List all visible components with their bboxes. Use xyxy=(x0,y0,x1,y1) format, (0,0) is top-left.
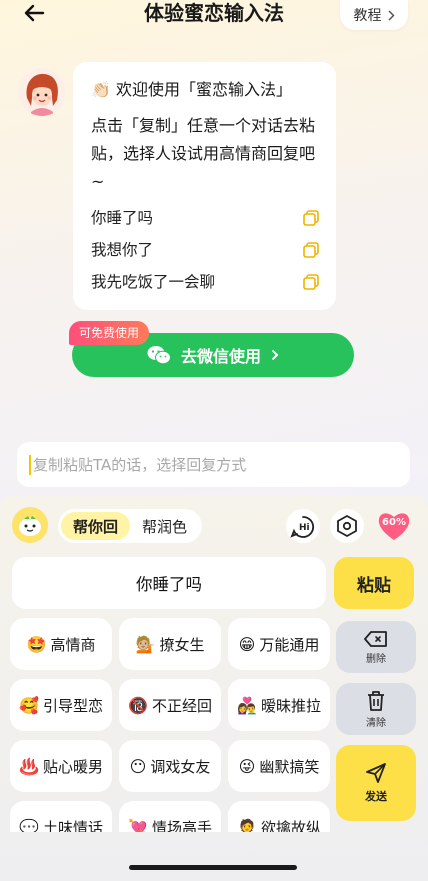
svg-text:Hi: Hi xyxy=(299,523,310,533)
hi-button[interactable]: Hi xyxy=(286,509,320,543)
style-button[interactable]: 🤵 欲擒故纵 xyxy=(228,801,330,832)
style-label: 万能通用 xyxy=(259,635,320,654)
phrase-item[interactable]: 我先吃饭了一会聊 xyxy=(91,266,320,298)
style-label: 不正经回 xyxy=(151,696,212,715)
selected-phrase[interactable]: 你睡了吗 xyxy=(12,557,326,609)
hi-bubble-icon: Hi xyxy=(290,516,315,538)
tutorial-label: 教程 xyxy=(353,8,382,24)
trash-icon xyxy=(368,690,384,711)
style-label: 引导型恋 xyxy=(42,696,103,715)
style-emoji: 🥰 xyxy=(19,695,39,715)
style-button[interactable]: ♨️ 贴心暖男 xyxy=(10,740,112,792)
paste-input[interactable] xyxy=(33,455,410,474)
instruction-text: 点击「复制」任意一个对话去粘贴，选择人设试用高情商回复吧~ xyxy=(91,116,316,191)
chevron-right-icon xyxy=(387,9,395,21)
phrase-text: 我想你了 xyxy=(91,241,154,259)
chevron-right-icon xyxy=(271,349,279,361)
copy-icon[interactable] xyxy=(302,273,320,291)
style-button[interactable]: 😜 幽默搞笑 xyxy=(228,740,330,792)
mode-tabs: 帮你回 帮润色 xyxy=(58,509,202,543)
phrase-item[interactable]: 我想你了 xyxy=(91,234,320,266)
copy-icon[interactable] xyxy=(302,209,320,227)
style-button[interactable]: 🤩 高情商 xyxy=(10,618,112,670)
send-icon xyxy=(366,763,386,783)
style-label: 高情商 xyxy=(50,635,96,654)
style-label: 撩女生 xyxy=(159,635,205,654)
tutorial-button[interactable]: 教程 xyxy=(340,0,408,30)
style-emoji: 💬 xyxy=(19,817,39,833)
love-level-badge[interactable]: 60% xyxy=(376,508,412,544)
app-logo-icon[interactable] xyxy=(12,507,48,543)
love-level-text: 60% xyxy=(382,517,406,528)
style-button[interactable]: 🥰 引导型恋 xyxy=(10,679,112,731)
paste-input-box[interactable] xyxy=(17,442,410,487)
tab-polish[interactable]: 帮润色 xyxy=(130,512,199,540)
delete-button[interactable]: 删除 xyxy=(336,621,416,673)
copy-icon[interactable] xyxy=(302,241,320,259)
style-label: 暧昧推拉 xyxy=(260,696,321,715)
style-button[interactable]: 😶 调戏女友 xyxy=(119,740,221,792)
style-button[interactable]: 💘 情场高手 xyxy=(119,801,221,832)
phrase-text: 你睡了吗 xyxy=(91,209,154,227)
avatar xyxy=(18,68,66,116)
style-label: 贴心暖男 xyxy=(42,757,103,776)
free-badge: 可免费使用 xyxy=(69,321,150,345)
style-label: 欲擒故纵 xyxy=(260,818,321,833)
style-emoji: 🤵 xyxy=(237,817,257,833)
welcome-text: 👏🏻 欢迎使用「蜜恋输入法」 xyxy=(91,80,293,99)
delete-label: 删除 xyxy=(366,653,386,665)
style-emoji: 💘 xyxy=(128,817,148,833)
style-emoji: 🔞 xyxy=(128,695,148,715)
style-button[interactable]: 👩‍❤️‍👨 暧昧推拉 xyxy=(228,679,330,731)
send-label: 发送 xyxy=(365,790,387,803)
girl-avatar-icon xyxy=(18,68,66,116)
backspace-icon xyxy=(364,630,387,647)
style-label: 调戏女友 xyxy=(150,757,211,776)
style-label: 情场高手 xyxy=(151,818,212,833)
style-label: 土味情话 xyxy=(42,818,103,833)
style-emoji: 🤩 xyxy=(26,634,47,654)
clear-label: 清除 xyxy=(366,717,386,729)
wechat-icon xyxy=(147,346,171,365)
style-button[interactable]: 😁 万能通用 xyxy=(228,618,330,670)
settings-button[interactable] xyxy=(330,509,364,543)
style-button[interactable]: 💬 土味情话 xyxy=(10,801,112,832)
text-caret xyxy=(29,454,31,475)
style-label: 幽默搞笑 xyxy=(259,757,320,776)
paste-button[interactable]: 粘贴 xyxy=(334,557,414,609)
style-emoji: 😶 xyxy=(129,756,147,776)
hexagon-settings-icon xyxy=(337,515,357,537)
style-grid: 🤩 高情商 💁🏼 撩女生 😁 万能通用 🥰 引导型恋 🔞 不正经回 👩‍❤️‍👨… xyxy=(0,618,336,832)
style-button[interactable]: 🔞 不正经回 xyxy=(119,679,221,731)
send-button[interactable]: 发送 xyxy=(336,745,416,821)
wechat-button-label: 去微信使用 xyxy=(180,347,261,366)
phrase-text: 我先吃饭了一会聊 xyxy=(91,273,216,291)
tab-help-reply[interactable]: 帮你回 xyxy=(61,512,130,540)
style-emoji: ♨️ xyxy=(19,756,39,776)
phrase-item[interactable]: 你睡了吗 xyxy=(91,202,320,234)
style-emoji: 💁🏼 xyxy=(135,634,156,654)
style-emoji: 👩‍❤️‍👨 xyxy=(237,695,257,715)
welcome-card: 👏🏻 欢迎使用「蜜恋输入法」 点击「复制」任意一个对话去粘贴，选择人设试用高情商… xyxy=(73,62,336,310)
style-emoji: 😁 xyxy=(238,634,256,654)
style-button[interactable]: 💁🏼 撩女生 xyxy=(119,618,221,670)
clear-button[interactable]: 清除 xyxy=(336,683,416,735)
style-emoji: 😜 xyxy=(238,756,256,776)
home-indicator xyxy=(129,865,297,870)
keyboard-panel: 帮你回 帮润色 Hi 60% 你睡了吗 粘贴 🤩 高情商 💁🏼 撩女生 😁 万能… xyxy=(0,495,428,881)
